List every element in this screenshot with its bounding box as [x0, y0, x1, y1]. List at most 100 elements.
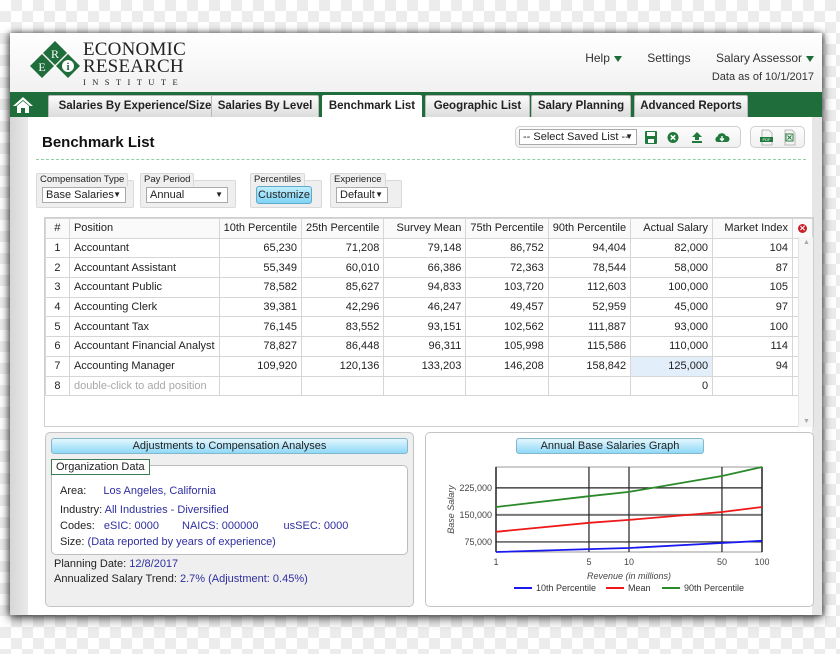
- actual-cell[interactable]: 110,000: [630, 336, 714, 357]
- table-header-row: # Position 10th Percentile 25th Percenti…: [45, 218, 813, 239]
- clear-icon[interactable]: [665, 130, 681, 145]
- save-icon[interactable]: [643, 130, 659, 145]
- upload-icon[interactable]: [689, 130, 705, 145]
- size-label: Size:: [60, 536, 85, 548]
- p25-cell: 86,448: [300, 336, 385, 357]
- table-row[interactable]: 4 Accounting Clerk 39,381 42,296 46,247 49,45…: [45, 296, 813, 318]
- customize-button[interactable]: Customize: [256, 186, 312, 204]
- row-number: 3: [45, 277, 70, 298]
- grid-scrollbar[interactable]: ▲ ▼: [798, 237, 813, 427]
- salary-assessor-menu[interactable]: Salary Assessor: [716, 51, 814, 65]
- col-header-p10[interactable]: 10th Percentile: [218, 218, 302, 239]
- actual-cell[interactable]: 125,000: [630, 355, 714, 377]
- esic-code: eSIC: 0000: [103, 520, 159, 532]
- index-cell: 87: [712, 257, 794, 279]
- cloud-download-icon[interactable]: [714, 130, 730, 145]
- table-row[interactable]: 6 Accountant Financial Analyst 78,827 86,44…: [45, 336, 813, 357]
- row-number: 2: [45, 257, 70, 279]
- table-row[interactable]: 2 Accountant Assistant 55,349 60,010 66,386 7…: [45, 257, 813, 279]
- position-cell[interactable]: Accounting Clerk: [68, 296, 220, 318]
- col-header-mean[interactable]: Survey Mean: [383, 218, 467, 239]
- table-row[interactable]: 1 Accountant 65,230 71,208 79,148 86,752 94,40…: [45, 237, 813, 259]
- position-cell[interactable]: Accountant Assistant: [68, 257, 220, 279]
- p90-cell: 94,404: [547, 237, 632, 259]
- position-cell[interactable]: Accountant Tax: [68, 316, 220, 338]
- col-header-market-index[interactable]: Market Index: [712, 218, 794, 239]
- help-menu[interactable]: Help: [585, 51, 622, 65]
- actual-cell[interactable]: 45,000: [630, 296, 714, 318]
- col-header-p75[interactable]: 75th Percentile: [465, 218, 549, 239]
- salary-trend-row: Annualized Salary Trend: 2.7% (Adjustmen…: [54, 573, 308, 585]
- chart-panel: Annual Base Salaries Graph 75,000 150,000…: [425, 432, 814, 607]
- pdf-icon[interactable]: PDF: [759, 129, 775, 146]
- col-header-actual-salary[interactable]: Actual Salary: [630, 218, 714, 239]
- table-row[interactable]: 8 double-click to add position 0: [45, 375, 813, 397]
- scroll-down-icon[interactable]: ▼: [803, 418, 810, 425]
- x-tick-label: 10: [624, 557, 634, 567]
- table-row[interactable]: 3 Accountant Public 78,582 85,627 94,833 103,…: [45, 277, 813, 298]
- saved-list-select[interactable]: -- Select Saved List -- ▼: [519, 129, 637, 145]
- delete-all-button[interactable]: [792, 218, 813, 239]
- legend-label: 90th Percentile: [684, 583, 744, 593]
- area-value[interactable]: Los Angeles, California: [103, 485, 216, 497]
- delete-all-icon: [798, 223, 807, 233]
- table-row[interactable]: 7 Accounting Manager 109,920 120,136 133,203…: [45, 355, 813, 377]
- p90-cell: 52,959: [547, 296, 632, 318]
- experience-select[interactable]: Default ▼: [336, 187, 388, 203]
- percentiles-filter: Percentiles Customize: [250, 173, 322, 208]
- pay-period-select[interactable]: Annual ▼: [146, 187, 228, 203]
- logo-line-research: RESEARCH: [83, 56, 184, 77]
- row-number: 5: [45, 316, 70, 338]
- row-number: 8: [45, 375, 70, 397]
- mean-cell: 79,148: [383, 237, 467, 259]
- compensation-type-select[interactable]: Base Salaries ▼: [42, 187, 126, 203]
- actual-cell[interactable]: 100,000: [630, 277, 714, 298]
- settings-link[interactable]: Settings: [647, 51, 690, 65]
- actual-cell[interactable]: 58,000: [630, 257, 714, 279]
- x-tick-label: 50: [717, 557, 727, 567]
- p10-cell: 39,381: [218, 296, 302, 318]
- col-header-position[interactable]: Position: [68, 218, 220, 239]
- actual-cell[interactable]: 82,000: [630, 237, 714, 259]
- p90-cell: 111,887: [547, 316, 632, 338]
- position-cell[interactable]: Accountant: [68, 237, 220, 259]
- saved-list-value: -- Select Saved List --: [523, 131, 629, 143]
- salary-trend-label: Annualized Salary Trend:: [54, 573, 177, 585]
- actual-cell[interactable]: 0: [630, 375, 714, 397]
- col-header-number[interactable]: #: [45, 218, 70, 239]
- add-position-cell[interactable]: double-click to add position: [68, 375, 220, 397]
- index-cell: 105: [712, 277, 794, 298]
- row-number: 7: [45, 355, 70, 377]
- actual-cell[interactable]: 93,000: [630, 316, 714, 338]
- tab-salaries-by-experience-size[interactable]: Salaries By Experience/Size: [48, 95, 222, 117]
- position-cell[interactable]: Accounting Manager: [68, 355, 220, 377]
- size-value: (Data reported by years of experience): [87, 536, 276, 548]
- p75-cell: [465, 375, 549, 397]
- mean-cell: 94,833: [383, 277, 467, 298]
- industry-value[interactable]: All Industries - Diversified: [105, 504, 229, 516]
- excel-icon[interactable]: [782, 129, 798, 146]
- tab-salary-planning[interactable]: Salary Planning: [531, 95, 631, 117]
- p10-cell: 55,349: [218, 257, 302, 279]
- y-tick-label: 225,000: [459, 483, 492, 493]
- p75-cell: 105,998: [465, 336, 549, 357]
- salary-trend-value: 2.7% (Adjustment: 0.45%): [179, 573, 308, 585]
- table-row[interactable]: 5 Accountant Tax 76,145 83,552 93,151 102,562…: [45, 316, 813, 338]
- col-header-p90[interactable]: 90th Percentile: [547, 218, 632, 239]
- position-cell[interactable]: Accountant Financial Analyst: [68, 336, 220, 357]
- home-button[interactable]: [12, 95, 34, 115]
- position-cell[interactable]: Accountant Public: [68, 277, 220, 298]
- salary-line-chart: 75,000 150,000 225,000 1 5 10 50 100 Base Sala…: [446, 466, 770, 593]
- index-cell: 97: [712, 296, 794, 318]
- x-tick-label: 1: [493, 557, 498, 567]
- tab-geographic-list[interactable]: Geographic List: [425, 95, 530, 117]
- tab-salaries-by-level[interactable]: Salaries By Level: [211, 95, 319, 117]
- col-header-p25[interactable]: 25th Percentile: [300, 218, 385, 239]
- scroll-up-icon[interactable]: ▲: [803, 239, 810, 246]
- tab-advanced-reports[interactable]: Advanced Reports: [634, 95, 748, 117]
- caret-down-icon: [613, 55, 622, 62]
- p10-cell: 109,920: [218, 355, 302, 377]
- tab-benchmark-list[interactable]: Benchmark List: [322, 95, 422, 118]
- eri-logo[interactable]: R E i ECONOMIC RESEARCH INSTITUTE: [25, 39, 195, 87]
- p75-cell: 146,208: [465, 355, 549, 377]
